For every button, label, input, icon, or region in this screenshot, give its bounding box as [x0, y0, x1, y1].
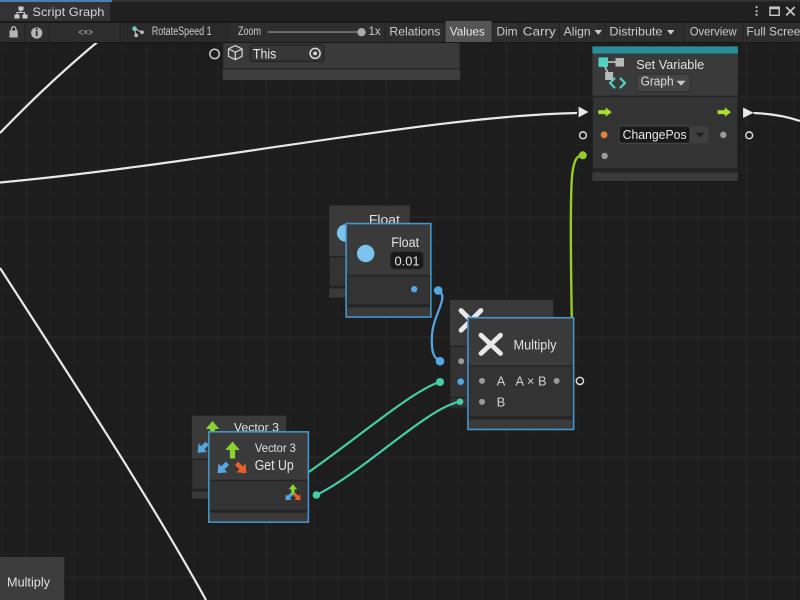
svg-text:RotateSpeed 1: RotateSpeed 1 [152, 26, 212, 38]
svg-text:Zoom: Zoom [238, 26, 261, 38]
svg-text:A: A [497, 373, 506, 388]
svg-text:<×>: <×> [79, 27, 94, 39]
svg-text:Distribute: Distribute [609, 24, 662, 38]
svg-text:Multiply: Multiply [7, 575, 50, 590]
svg-text:Get Up: Get Up [255, 458, 294, 474]
svg-text:1x: 1x [369, 26, 381, 38]
svg-text:Values: Values [450, 24, 485, 38]
svg-text:Full Screen: Full Screen [746, 24, 800, 38]
svg-text:Dim: Dim [497, 24, 518, 38]
svg-text:Relations: Relations [389, 24, 440, 38]
svg-text:0.01: 0.01 [395, 254, 420, 269]
svg-text:This: This [253, 46, 277, 61]
svg-text:B: B [497, 394, 506, 409]
svg-text:Float: Float [391, 235, 419, 250]
svg-text:A × B: A × B [516, 374, 547, 388]
svg-text:Vector 3: Vector 3 [255, 441, 296, 455]
svg-text:Multiply: Multiply [514, 338, 557, 353]
svg-text:Script Graph: Script Graph [32, 5, 104, 19]
svg-text:Align: Align [564, 24, 591, 38]
svg-text:Graph: Graph [641, 74, 674, 88]
svg-text:Set Variable: Set Variable [636, 57, 704, 72]
svg-text:Carry: Carry [523, 24, 556, 38]
svg-text:ChangePos: ChangePos [623, 128, 687, 142]
svg-text:Overview: Overview [690, 24, 737, 38]
